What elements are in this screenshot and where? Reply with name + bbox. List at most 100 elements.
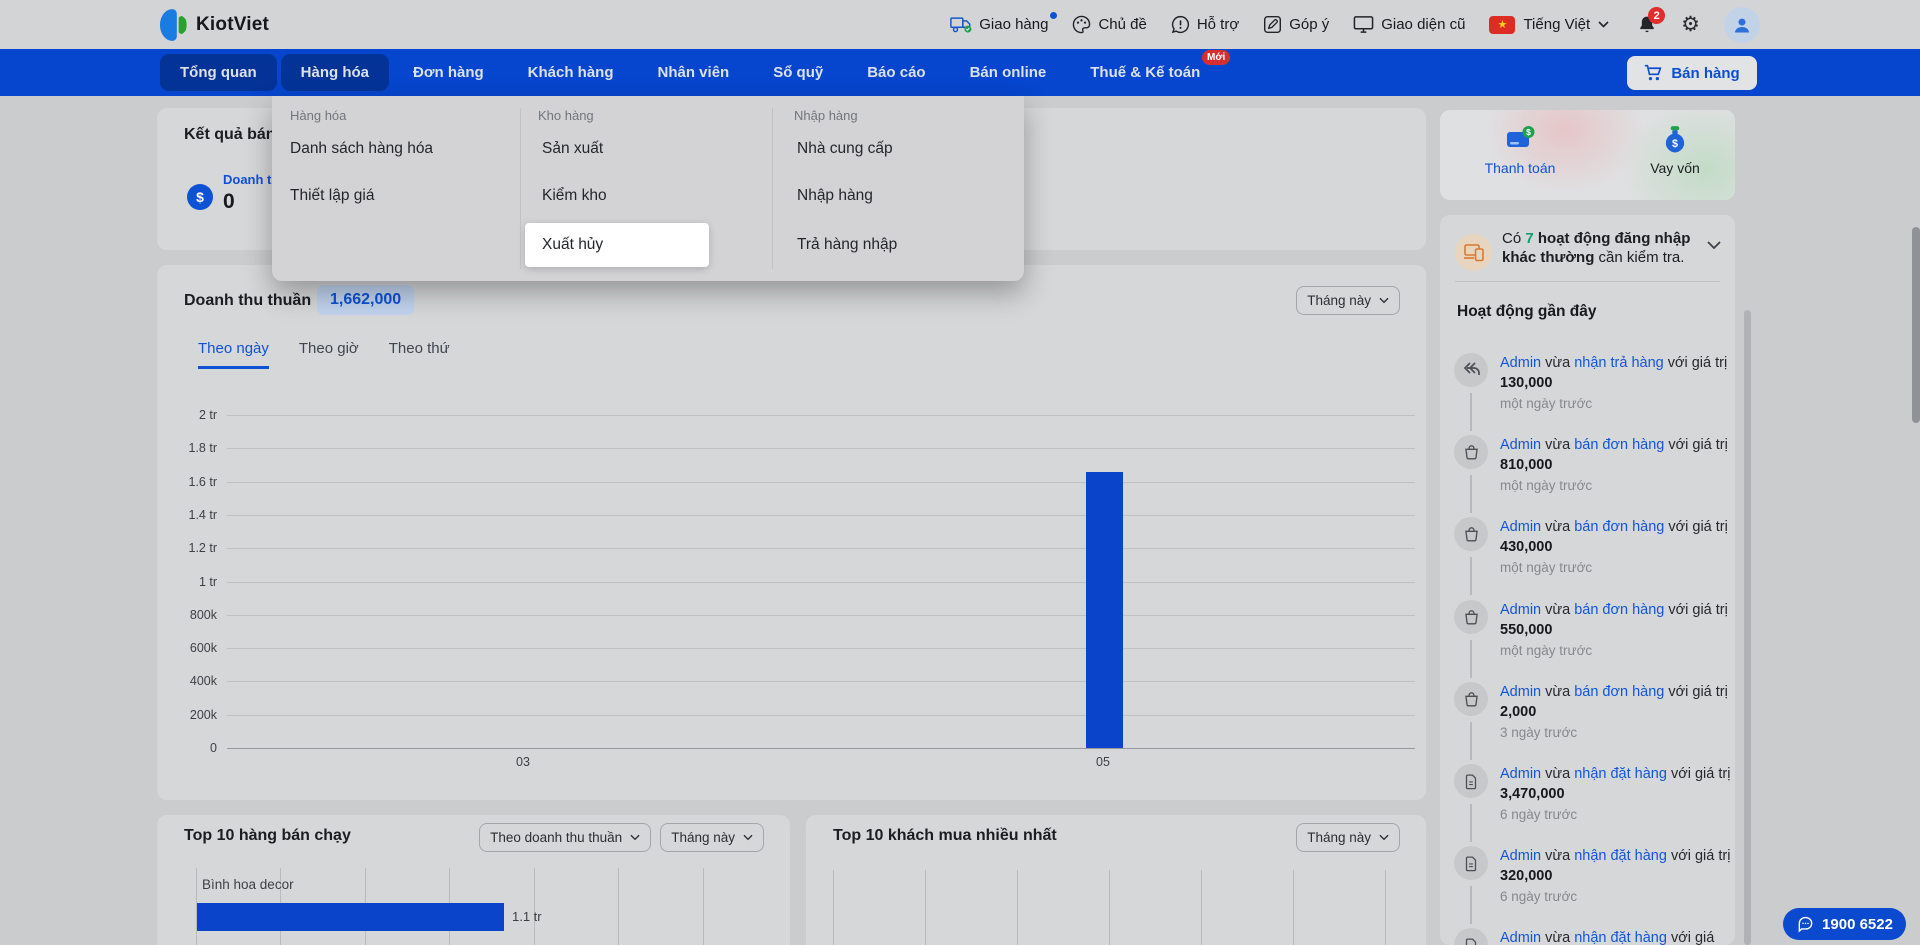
sell-button[interactable]: Bán hàng xyxy=(1627,56,1757,90)
page-scrollbar[interactable] xyxy=(1912,227,1920,423)
activity-action[interactable]: nhận đặt hàng xyxy=(1574,930,1667,945)
product-bar[interactable] xyxy=(197,903,504,931)
revenue-title: Doanh thu thuần xyxy=(184,292,312,309)
feedback-menu[interactable]: Góp ý xyxy=(1263,15,1329,34)
activity-item[interactable]: Admin vừa nhận đặt hàng với giá xyxy=(1440,928,1735,945)
brand-logo[interactable]: KiotViet xyxy=(160,0,269,49)
nav-item-hang-hoa[interactable]: Hàng hóa xyxy=(280,54,389,91)
activity-user[interactable]: Admin xyxy=(1500,848,1541,864)
menu-item-xuat-huy[interactable]: Xuất hủy xyxy=(542,236,603,254)
devices-icon xyxy=(1463,244,1484,262)
divider xyxy=(1455,281,1720,282)
delivery-menu[interactable]: Giao hàng xyxy=(950,12,1058,34)
revenue-bar-05[interactable] xyxy=(1086,472,1123,748)
sidebar-scrollbar[interactable] xyxy=(1744,310,1751,945)
menu-item-kiem-kho[interactable]: Kiểm kho xyxy=(542,187,607,205)
activity-word: vừa xyxy=(1545,930,1571,945)
tab-theo-thu[interactable]: Theo thứ xyxy=(389,340,450,369)
y-tick: 800k xyxy=(189,607,217,622)
activity-sentence: Admin vừa bán đơn hàng với giá trị 2,000 xyxy=(1500,682,1732,722)
activity-item[interactable]: Admin vừa bán đơn hàng với giá trị 430,0… xyxy=(1440,517,1735,599)
activity-action[interactable]: nhận đặt hàng xyxy=(1574,848,1667,864)
language-selector[interactable]: ★ Tiếng Việt xyxy=(1489,15,1609,34)
menu-item-nhap-hang[interactable]: Nhập hàng xyxy=(797,187,873,205)
activity-action[interactable]: bán đơn hàng xyxy=(1574,437,1664,453)
activity-item[interactable]: Admin vừa bán đơn hàng với giá trị 550,0… xyxy=(1440,600,1735,682)
activity-action[interactable]: bán đơn hàng xyxy=(1574,519,1664,535)
activity-user[interactable]: Admin xyxy=(1500,930,1541,945)
activity-value: 430,000 xyxy=(1500,539,1553,555)
tab-theo-ngay[interactable]: Theo ngày xyxy=(198,340,269,369)
activity-word: vừa xyxy=(1545,766,1571,782)
nav-items: Tổng quan Hàng hóa Đơn hàng Khách hàng N… xyxy=(158,49,1231,96)
hotline-number: 1900 6522 xyxy=(1822,915,1893,933)
menu-item-tra-hang-nhap[interactable]: Trả hàng nhập xyxy=(797,236,897,254)
nav-item-don-hang[interactable]: Đơn hàng xyxy=(393,54,504,91)
nav-item-khach-hang[interactable]: Khách hàng xyxy=(508,54,634,91)
product-bar-value: 1.1 tr xyxy=(512,909,542,924)
activity-item[interactable]: Admin vừa nhận trả hàng với giá trị 130,… xyxy=(1440,353,1735,435)
nav-item-thue-ke-toan[interactable]: Thuế & Kế toán Mới xyxy=(1070,50,1231,91)
finance-shortcuts-card: $ Thanh toán $ Vay vốn xyxy=(1440,110,1735,200)
activity-text: Admin vừa bán đơn hàng với giá trị 810,0… xyxy=(1500,435,1732,493)
activity-item[interactable]: Admin vừa bán đơn hàng với giá trị 810,0… xyxy=(1440,435,1735,517)
activity-user[interactable]: Admin xyxy=(1500,684,1541,700)
chevron-down-icon xyxy=(1707,241,1721,250)
period-value: Tháng này xyxy=(1307,830,1371,845)
activity-user[interactable]: Admin xyxy=(1500,766,1541,782)
alert-expand-button[interactable] xyxy=(1707,241,1721,250)
activity-user[interactable]: Admin xyxy=(1500,355,1541,371)
activity-action[interactable]: nhận đặt hàng xyxy=(1574,766,1667,782)
notifications-button[interactable]: 2 xyxy=(1637,7,1666,35)
gridline xyxy=(227,448,1415,450)
activity-action[interactable]: bán đơn hàng xyxy=(1574,602,1664,618)
nav-item-nhan-vien[interactable]: Nhân viên xyxy=(638,54,750,91)
nav-item-bao-cao[interactable]: Báo cáo xyxy=(847,54,945,91)
activity-user[interactable]: Admin xyxy=(1500,519,1541,535)
user-avatar[interactable] xyxy=(1724,6,1760,43)
activity-connector xyxy=(1470,557,1472,595)
nav-item-ban-online[interactable]: Bán online xyxy=(950,54,1067,91)
tab-theo-gio[interactable]: Theo giờ xyxy=(299,340,359,369)
activity-text: Admin vừa bán đơn hàng với giá trị 2,000… xyxy=(1500,682,1732,740)
revenue-period-select[interactable]: Tháng này xyxy=(1296,286,1400,315)
nav-item-tong-quan[interactable]: Tổng quan xyxy=(160,54,277,91)
activity-item[interactable]: Admin vừa nhận đặt hàng với giá trị 320,… xyxy=(1440,846,1735,928)
menu-item-nha-cung-cap[interactable]: Nhà cung cấp xyxy=(797,140,893,158)
activity-sentence: Admin vừa bán đơn hàng với giá trị 550,0… xyxy=(1500,600,1732,640)
nav-item-so-quy[interactable]: Sổ quỹ xyxy=(753,54,843,91)
login-alert-text[interactable]: Có 7 hoạt động đăng nhập khác thường cần… xyxy=(1502,229,1702,267)
activity-action[interactable]: bán đơn hàng xyxy=(1574,684,1664,700)
activity-item[interactable]: Admin vừa nhận đặt hàng với giá trị 3,47… xyxy=(1440,764,1735,846)
old-interface-menu[interactable]: Giao diện cũ xyxy=(1353,15,1465,34)
menu-col-header-hang-hoa: Hàng hóa xyxy=(290,108,347,123)
shortcut-vay-von[interactable]: $ Vay vốn xyxy=(1615,125,1735,176)
activity-user[interactable]: Admin xyxy=(1500,437,1541,453)
menu-item-thiet-lap-gia[interactable]: Thiết lập giá xyxy=(290,187,374,205)
activity-sentence: Admin vừa nhận đặt hàng với giá trị 320,… xyxy=(1500,846,1732,886)
settings-button[interactable]: ⚙ xyxy=(1681,14,1700,35)
theme-menu[interactable]: Chủ đề xyxy=(1072,15,1147,34)
top-customers-period-select[interactable]: Tháng này xyxy=(1296,823,1400,852)
shortcut-label: Vay vốn xyxy=(1650,160,1700,176)
top-products-period-select[interactable]: Tháng này xyxy=(660,823,764,852)
activity-user[interactable]: Admin xyxy=(1500,602,1541,618)
palette-icon xyxy=(1073,15,1091,34)
menu-col-header-kho-hang: Kho hàng xyxy=(538,108,594,123)
shortcut-thanh-toan[interactable]: $ Thanh toán xyxy=(1460,125,1580,176)
activity-item[interactable]: Admin vừa bán đơn hàng với giá trị 2,000… xyxy=(1440,682,1735,764)
menu-item-san-xuat[interactable]: Sản xuất xyxy=(542,140,603,158)
activity-word: với giá trị xyxy=(1668,437,1728,453)
top-products-sort-select[interactable]: Theo doanh thu thuần xyxy=(479,823,652,852)
support-menu[interactable]: Hỗ trợ xyxy=(1171,15,1239,34)
gridline xyxy=(1385,870,1386,945)
feedback-label: Góp ý xyxy=(1289,16,1330,33)
activity-action[interactable]: nhận trả hàng xyxy=(1574,355,1664,371)
header-actions: Giao hàng Chủ đề Hỗ trợ Góp ý Giao diện … xyxy=(950,0,1760,49)
hotline-chat-button[interactable]: 1900 6522 xyxy=(1783,908,1906,940)
activity-value: 550,000 xyxy=(1500,622,1553,638)
menu-item-danh-sach-hang-hoa[interactable]: Danh sách hàng hóa xyxy=(290,140,433,158)
chevron-down-icon xyxy=(630,834,640,841)
payment-icon: $ xyxy=(1507,126,1535,147)
y-tick: 1.2 tr xyxy=(188,541,218,556)
